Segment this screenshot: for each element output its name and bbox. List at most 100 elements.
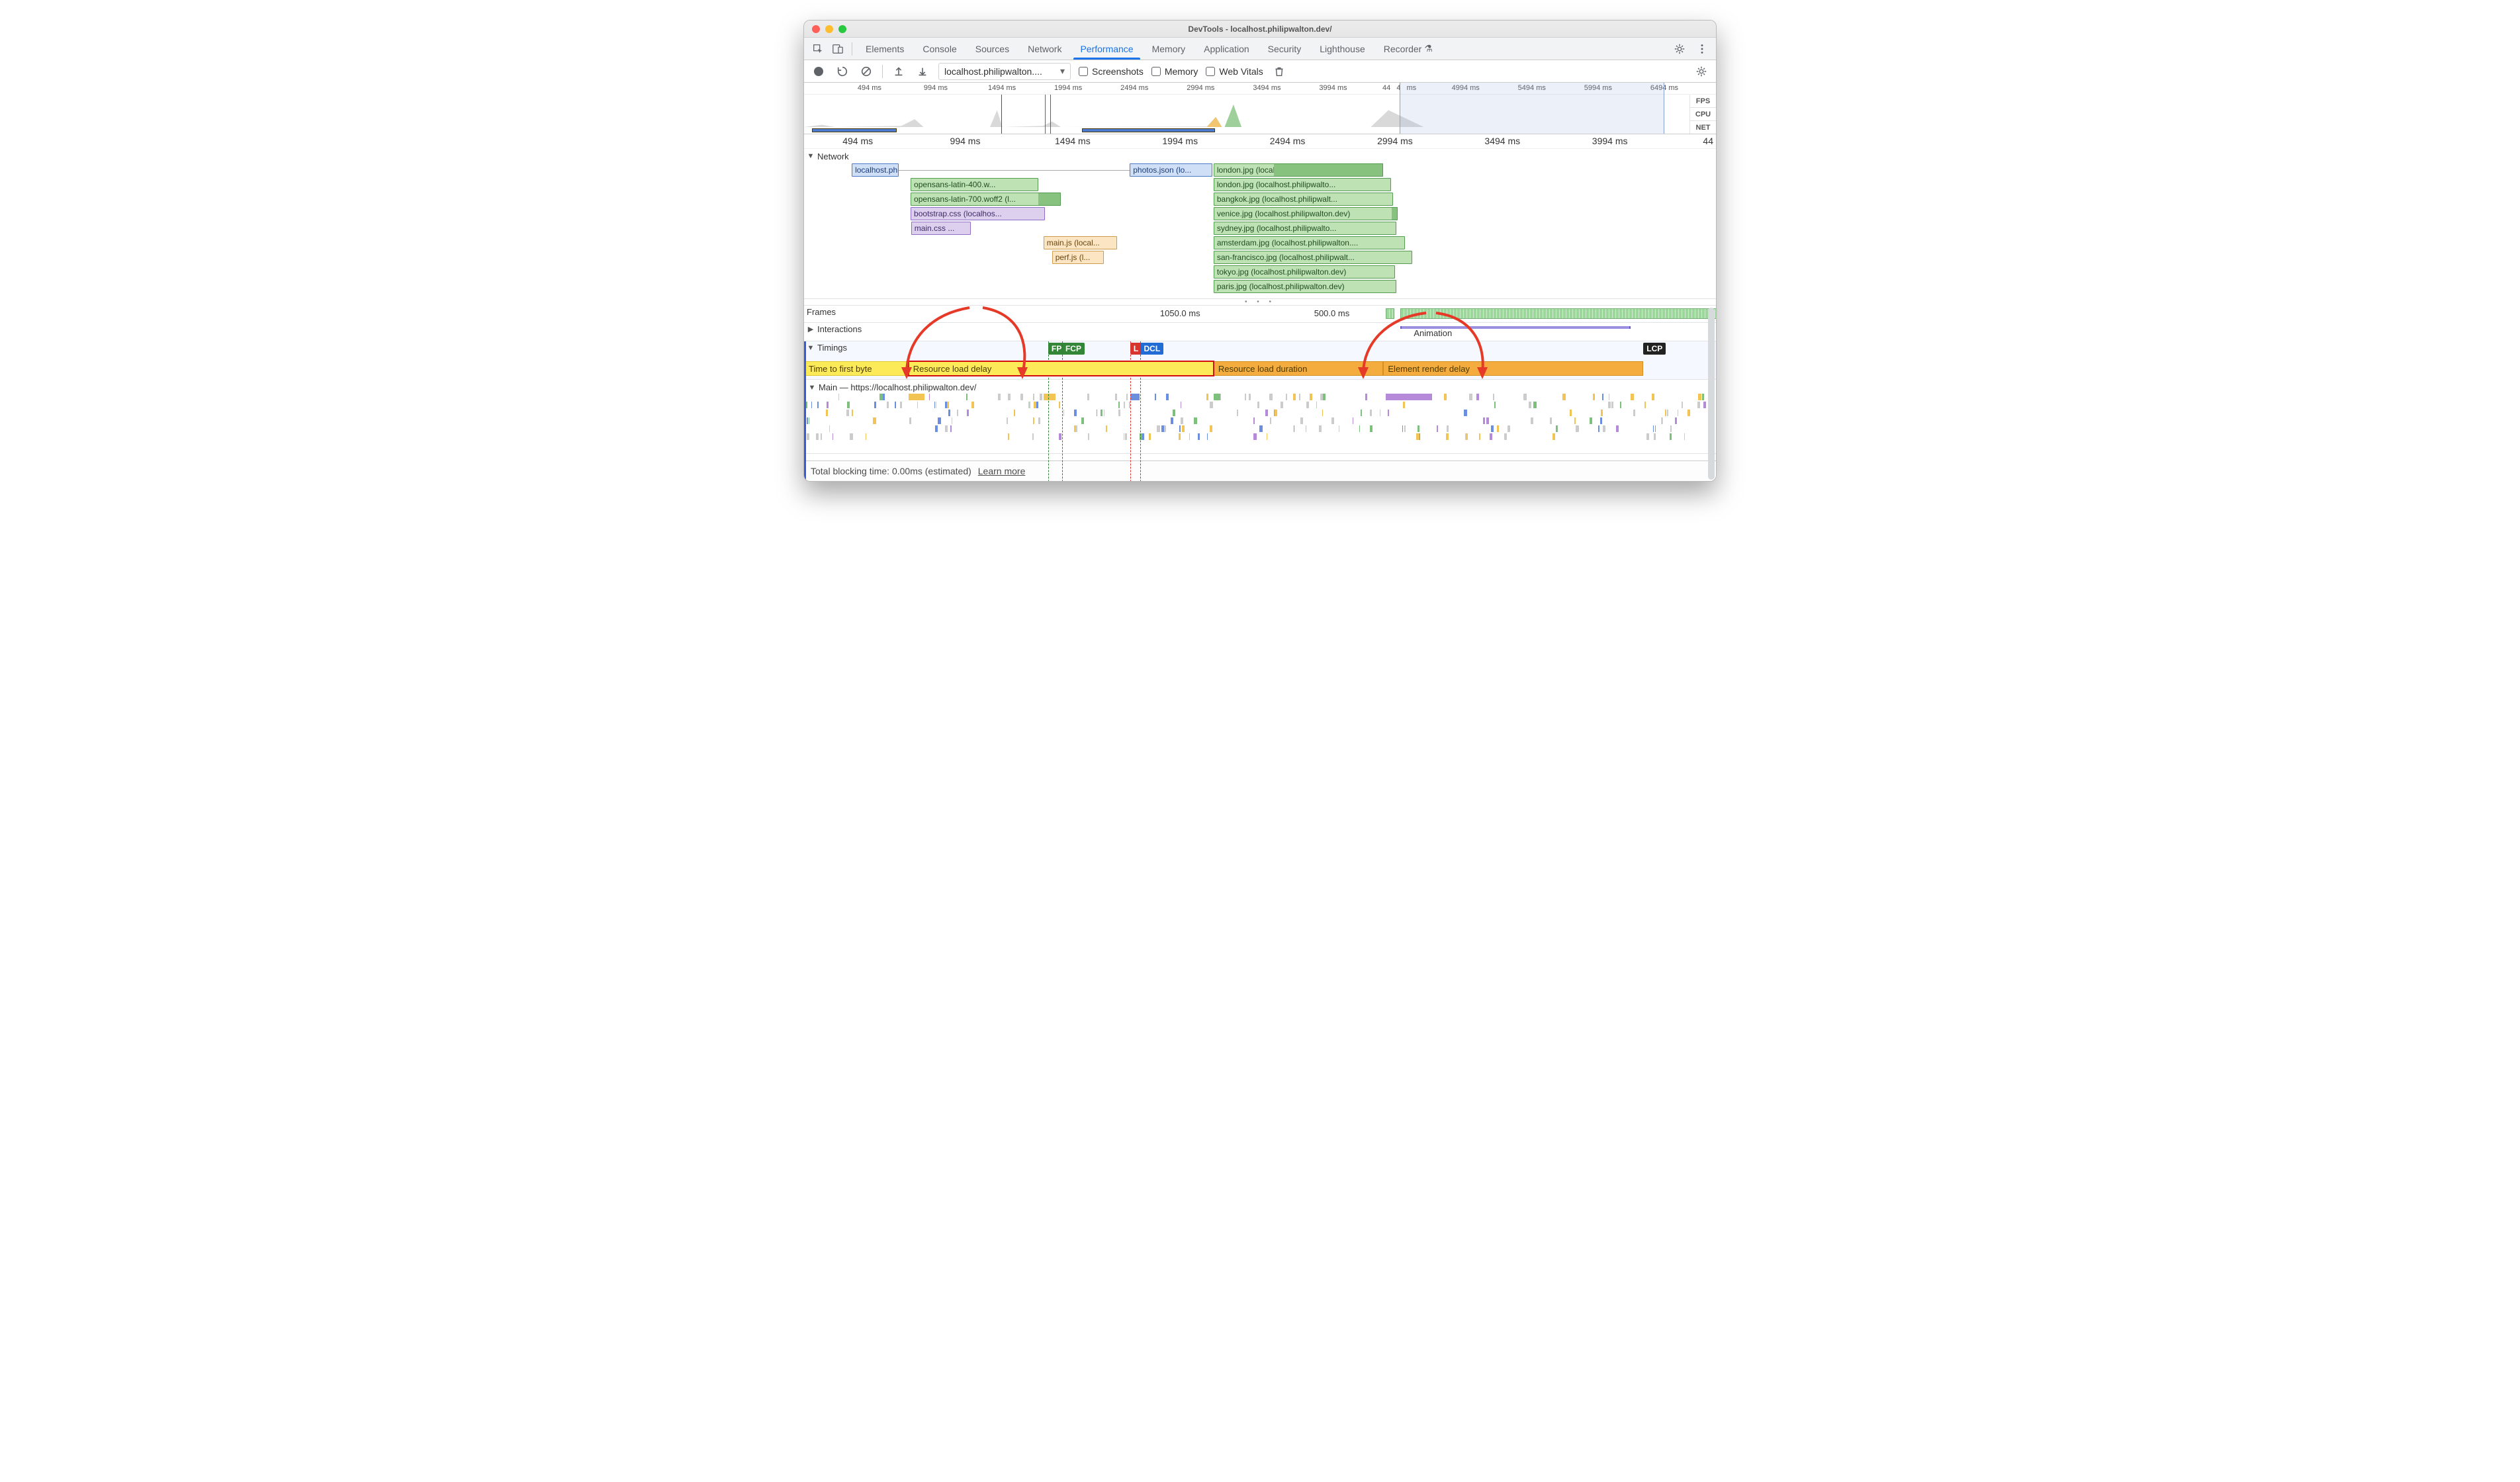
flame-task[interactable] [1206, 394, 1208, 400]
flame-task[interactable] [1361, 410, 1362, 416]
device-toolbar-icon[interactable] [828, 39, 848, 59]
clear-button[interactable] [858, 64, 874, 79]
flame-task[interactable] [826, 410, 827, 416]
load-profile-button[interactable] [891, 64, 907, 79]
lcp-segment-dur[interactable]: Resource load duration [1214, 361, 1384, 376]
flame-task[interactable] [1494, 402, 1495, 408]
flame-task[interactable] [935, 425, 938, 432]
lcp-segment-delay[interactable]: Resource load delay [909, 361, 1214, 376]
flame-task[interactable] [887, 402, 889, 408]
flame-task[interactable] [1118, 410, 1120, 416]
flame-task[interactable] [874, 402, 876, 408]
flame-task[interactable] [852, 410, 853, 416]
flame-task[interactable] [1237, 410, 1238, 416]
flame-task[interactable] [1075, 425, 1078, 432]
flame-task[interactable] [1476, 394, 1479, 400]
flame-task[interactable] [1603, 425, 1605, 432]
flame-task[interactable] [1497, 425, 1499, 432]
network-request-bar[interactable]: main.js (local... [1044, 236, 1117, 249]
flame-task[interactable] [1644, 402, 1646, 408]
flame-task[interactable] [1265, 410, 1268, 416]
flame-task[interactable] [1032, 433, 1034, 440]
settings-icon[interactable] [1670, 39, 1689, 59]
flame-task[interactable] [1269, 394, 1273, 400]
flame-task[interactable] [1601, 410, 1603, 416]
tab-recorder[interactable]: Recorder ⚗ [1374, 38, 1442, 60]
flame-task[interactable] [1550, 417, 1552, 424]
flame-task[interactable] [938, 417, 941, 424]
timing-marker-dcl[interactable]: DCL [1140, 343, 1163, 355]
timing-marker-fcp[interactable]: FCP [1062, 343, 1085, 355]
flame-task[interactable] [838, 394, 839, 400]
network-request-bar[interactable]: perf.js (l... [1052, 251, 1104, 264]
flame-task[interactable] [1593, 394, 1595, 400]
flame-task[interactable] [1249, 394, 1251, 400]
flame-task[interactable] [1697, 402, 1699, 408]
flame-task[interactable] [1179, 425, 1181, 432]
flame-task[interactable] [900, 402, 903, 408]
flame-task[interactable] [929, 394, 930, 400]
tab-security[interactable]: Security [1259, 38, 1311, 60]
flame-task[interactable] [1281, 402, 1282, 408]
network-request-bar[interactable]: london.jpg (localhost.philipwalto... [1214, 178, 1391, 191]
flame-task[interactable] [1036, 402, 1038, 408]
flame-task[interactable] [945, 425, 948, 432]
flame-task[interactable] [1652, 394, 1654, 400]
tab-lighthouse[interactable]: Lighthouse [1310, 38, 1374, 60]
flame-task[interactable] [1556, 425, 1558, 432]
flame-task[interactable] [1469, 394, 1472, 400]
flame-task[interactable] [1388, 410, 1389, 416]
lcp-segment-render[interactable]: Element render delay [1383, 361, 1643, 376]
flame-task[interactable] [1483, 417, 1485, 424]
flame-task[interactable] [832, 433, 833, 440]
flame-task[interactable] [1101, 410, 1102, 416]
flame-task[interactable] [1576, 425, 1578, 432]
timing-marker-lcp[interactable]: LCP [1643, 343, 1666, 355]
flame-task[interactable] [1157, 425, 1160, 432]
flame-task[interactable] [1125, 433, 1126, 440]
flame-task[interactable] [1633, 410, 1635, 416]
flame-task[interactable] [1038, 417, 1040, 424]
flame-task[interactable] [1275, 410, 1277, 416]
flame-task[interactable] [1319, 425, 1322, 432]
inspect-element-icon[interactable] [808, 39, 828, 59]
tab-network[interactable]: Network [1018, 38, 1071, 60]
flame-task[interactable] [1370, 410, 1372, 416]
flame-task[interactable] [1310, 394, 1313, 400]
flame-task[interactable] [1529, 402, 1532, 408]
flame-task[interactable] [1029, 402, 1030, 408]
flame-task[interactable] [1300, 417, 1303, 424]
flame-task[interactable] [1716, 394, 1717, 400]
network-request-bar[interactable]: photos.json (lo... [1130, 163, 1212, 177]
flame-task[interactable] [1142, 433, 1144, 440]
network-request-bar[interactable]: amsterdam.jpg (localhost.philipwalton...… [1214, 236, 1405, 249]
network-request-bar[interactable]: sydney.jpg (localhost.philipwalto... [1214, 222, 1396, 235]
record-button[interactable] [811, 64, 827, 79]
flame-task[interactable] [821, 433, 822, 440]
capture-settings-icon[interactable] [1693, 64, 1709, 79]
flame-task[interactable] [1008, 394, 1010, 400]
flame-task[interactable] [967, 410, 968, 416]
flame-task[interactable] [850, 433, 853, 440]
flame-task[interactable] [1670, 425, 1672, 432]
flame-task[interactable] [1166, 394, 1169, 400]
flame-task[interactable] [1087, 394, 1089, 400]
flame-task[interactable] [1419, 433, 1420, 440]
flame-task[interactable] [1702, 394, 1703, 400]
flame-task[interactable] [934, 402, 935, 408]
flame-task[interactable] [1124, 402, 1125, 408]
overview-selection[interactable] [1400, 83, 1664, 134]
flame-task[interactable] [1081, 417, 1085, 424]
kebab-menu-icon[interactable] [1692, 39, 1712, 59]
flame-task[interactable] [1149, 433, 1151, 440]
lcp-segment-ttfb[interactable]: Time to first byte [804, 361, 909, 376]
memory-checkbox[interactable]: Memory [1151, 66, 1198, 77]
flame-task[interactable] [1189, 433, 1190, 440]
flame-task[interactable] [936, 402, 937, 408]
network-request-bar[interactable]: venice.jpg (localhost.philipwalton.dev) [1214, 207, 1398, 220]
flame-task[interactable] [998, 394, 1001, 400]
flame-task[interactable] [1404, 425, 1406, 432]
flame-task[interactable] [1324, 394, 1326, 400]
main-thread-lane[interactable]: ▼Main — https://localhost.philipwalton.d… [804, 380, 1716, 454]
scrollbar[interactable] [1708, 308, 1715, 480]
